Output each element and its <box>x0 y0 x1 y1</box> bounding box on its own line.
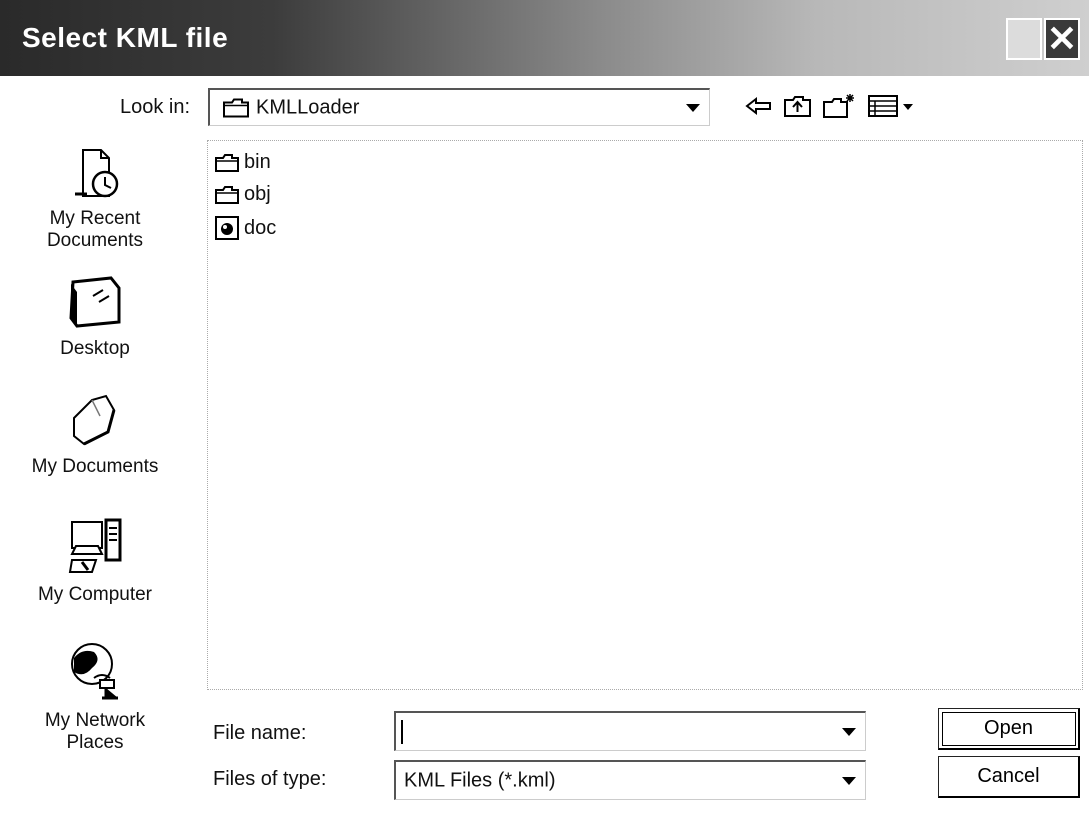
place-desktop[interactable]: Desktop <box>0 274 190 360</box>
place-label: Desktop <box>60 338 130 359</box>
chevron-down-icon[interactable] <box>836 766 862 795</box>
network-places-icon <box>71 643 118 700</box>
desktop-icon <box>69 276 121 328</box>
place-my-recent-documents[interactable]: My Recent Documents <box>0 144 190 252</box>
title-bar: Select KML file ✕ <box>0 0 1089 76</box>
back-arrow-icon <box>745 96 771 116</box>
place-my-computer[interactable]: My Computer <box>0 516 190 606</box>
cancel-button[interactable]: Cancel <box>938 756 1080 798</box>
new-folder-button[interactable] <box>822 92 856 120</box>
list-item[interactable]: obj <box>214 183 271 206</box>
new-folder-icon <box>823 94 854 118</box>
dialog-title: Select KML file <box>22 22 229 53</box>
place-label: Places <box>66 732 124 753</box>
place-label: My Network <box>44 710 146 731</box>
look-in-label: Look in: <box>120 96 191 118</box>
my-documents-icon <box>73 394 116 446</box>
place-my-network-places[interactable]: My Network Places <box>0 638 190 754</box>
close-button[interactable]: ✕ <box>1044 18 1080 60</box>
recent-documents-icon <box>75 149 119 198</box>
up-folder-button[interactable] <box>782 92 814 120</box>
open-button[interactable]: Open <box>938 708 1080 750</box>
file-type-dropdown[interactable]: KML Files (*.kml) <box>394 760 866 800</box>
list-item[interactable]: bin <box>214 151 271 174</box>
view-menu-button[interactable] <box>866 92 924 120</box>
file-type-value: KML Files (*.kml) <box>404 769 556 791</box>
folder-icon <box>215 153 239 172</box>
file-name-label: doc <box>244 216 277 239</box>
place-label: Documents <box>46 230 144 251</box>
view-list-icon <box>868 95 913 117</box>
look-in-value: KMLLoader <box>256 96 360 118</box>
close-icon: ✕ <box>1046 18 1078 59</box>
file-name-label: obj <box>244 183 271 205</box>
chevron-down-icon[interactable] <box>680 94 706 121</box>
place-label: My Recent <box>49 208 141 229</box>
places-bar: My Recent Documents Desktop My Documents… <box>0 136 196 816</box>
help-button[interactable] <box>1006 18 1042 60</box>
text-cursor <box>401 720 403 744</box>
document-icon <box>215 216 239 240</box>
my-computer-icon <box>68 518 122 573</box>
file-name-label: bin <box>244 151 271 173</box>
file-name-input[interactable] <box>394 711 866 751</box>
folder-icon <box>223 98 249 118</box>
place-label: My Computer <box>37 584 153 605</box>
back-button[interactable] <box>744 92 774 120</box>
look-in-dropdown[interactable]: KMLLoader <box>208 88 710 126</box>
file-list[interactable]: bin obj doc <box>207 140 1083 690</box>
file-type-label: Files of type: <box>213 768 327 790</box>
up-folder-icon <box>784 96 811 117</box>
place-my-documents[interactable]: My Documents <box>0 390 190 478</box>
place-label: My Documents <box>31 456 159 477</box>
folder-icon <box>215 185 239 204</box>
list-item[interactable]: doc <box>214 215 276 241</box>
chevron-down-icon[interactable] <box>836 717 862 746</box>
file-name-label: File name: <box>213 722 307 744</box>
